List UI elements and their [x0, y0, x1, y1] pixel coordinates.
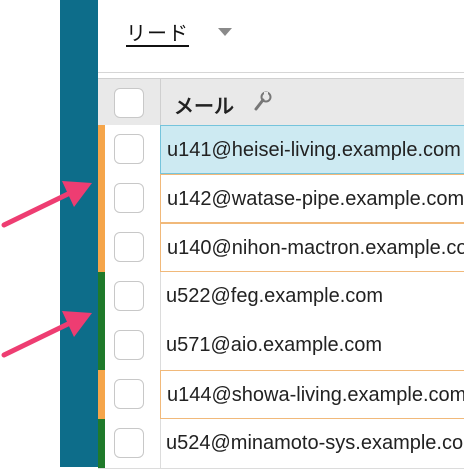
email-cell[interactable]: u522@feg.example.com	[160, 272, 464, 321]
email-cell[interactable]: u524@minamoto-sys.example.com	[160, 419, 464, 468]
chevron-down-icon[interactable]	[218, 28, 232, 36]
view-header: リード	[98, 0, 464, 73]
row-checkbox[interactable]	[114, 330, 144, 360]
email-cell[interactable]: u144@showa-living.example.com	[160, 370, 464, 419]
row-checkbox[interactable]	[114, 428, 144, 458]
column-divider	[160, 79, 161, 125]
row-checkbox[interactable]	[114, 379, 144, 409]
view-title[interactable]: リード	[126, 17, 189, 46]
wrench-icon[interactable]	[254, 91, 272, 111]
table-row[interactable]: u524@minamoto-sys.example.com	[98, 419, 464, 469]
status-marker	[98, 419, 105, 468]
table-row[interactable]: u140@nihon-mactron.example.com	[98, 223, 464, 273]
column-header-row: メール	[98, 78, 464, 126]
row-checkbox[interactable]	[114, 232, 144, 262]
email-cell[interactable]: u142@watase-pipe.example.com	[160, 174, 464, 223]
records-grid: メール u141@heisei-living.example.com u142@…	[98, 72, 464, 469]
table-row[interactable]: u144@showa-living.example.com	[98, 370, 464, 420]
status-marker	[98, 370, 105, 419]
select-all-checkbox[interactable]	[114, 88, 144, 118]
email-cell[interactable]: u140@nihon-mactron.example.com	[160, 223, 464, 272]
annotation-arrow-icon	[1, 181, 92, 228]
table-row[interactable]: u142@watase-pipe.example.com	[98, 174, 464, 224]
row-checkbox[interactable]	[114, 134, 144, 164]
table-row[interactable]: u522@feg.example.com	[98, 272, 464, 322]
status-marker	[98, 125, 105, 174]
annotation-arrow-icon	[1, 311, 92, 358]
email-cell[interactable]: u141@heisei-living.example.com	[160, 125, 464, 174]
row-checkbox[interactable]	[114, 183, 144, 213]
row-checkbox[interactable]	[114, 281, 144, 311]
table-row[interactable]: u141@heisei-living.example.com	[98, 125, 464, 175]
table-row[interactable]: u571@aio.example.com	[98, 321, 464, 371]
column-header-email[interactable]: メール	[174, 90, 234, 119]
email-cell[interactable]: u571@aio.example.com	[160, 321, 464, 370]
